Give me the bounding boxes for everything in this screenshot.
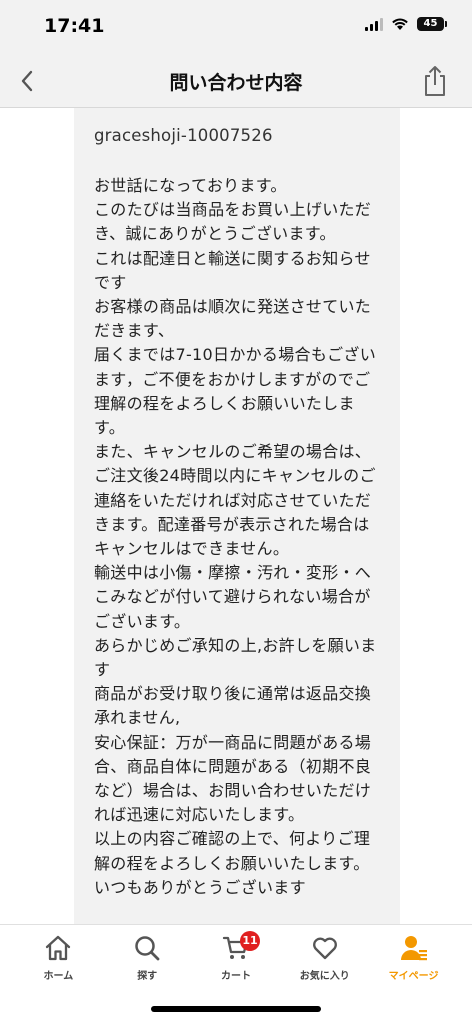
tab-search-label: 探す <box>137 971 158 982</box>
home-indicator <box>151 1006 321 1012</box>
search-icon <box>135 936 160 961</box>
tab-mypage-label: マイページ <box>388 971 439 982</box>
wifi-icon <box>392 18 408 30</box>
tab-favorites[interactable]: お気に入り <box>285 933 365 982</box>
home-icon <box>46 935 71 961</box>
tab-cart-label: カート <box>220 971 251 982</box>
battery-icon: 45 <box>417 17 447 31</box>
signal-icon <box>365 17 383 31</box>
status-bar: 17:41 45 <box>0 0 472 54</box>
tab-mypage[interactable]: マイページ <box>374 933 454 982</box>
message-scroll-area[interactable]: graceshoji-10007526 お世話になっております。 このたびは当商… <box>0 108 472 924</box>
tab-cart[interactable]: 11 カート <box>196 931 276 982</box>
status-time: 17:41 <box>44 15 105 37</box>
tab-home[interactable]: ホーム <box>18 933 98 982</box>
heart-icon <box>312 937 337 960</box>
nav-bar: 問い合わせ内容 <box>0 54 472 108</box>
message-box: graceshoji-10007526 お世話になっております。 このたびは当商… <box>74 108 400 924</box>
page-title: 問い合わせ内容 <box>169 72 303 94</box>
tab-home-label: ホーム <box>43 971 74 982</box>
message-body: お世話になっております。 このたびは当商品をお買い上げいただき、誠にありがとうご… <box>94 176 377 897</box>
status-icons: 45 <box>365 17 447 31</box>
tab-search[interactable]: 探す <box>107 933 187 982</box>
message-sender-id: graceshoji-10007526 <box>94 126 273 145</box>
cart-badge: 11 <box>239 931 260 951</box>
share-icon[interactable] <box>420 64 450 98</box>
tab-favorites-label: お気に入り <box>299 971 350 982</box>
user-icon <box>400 936 427 961</box>
